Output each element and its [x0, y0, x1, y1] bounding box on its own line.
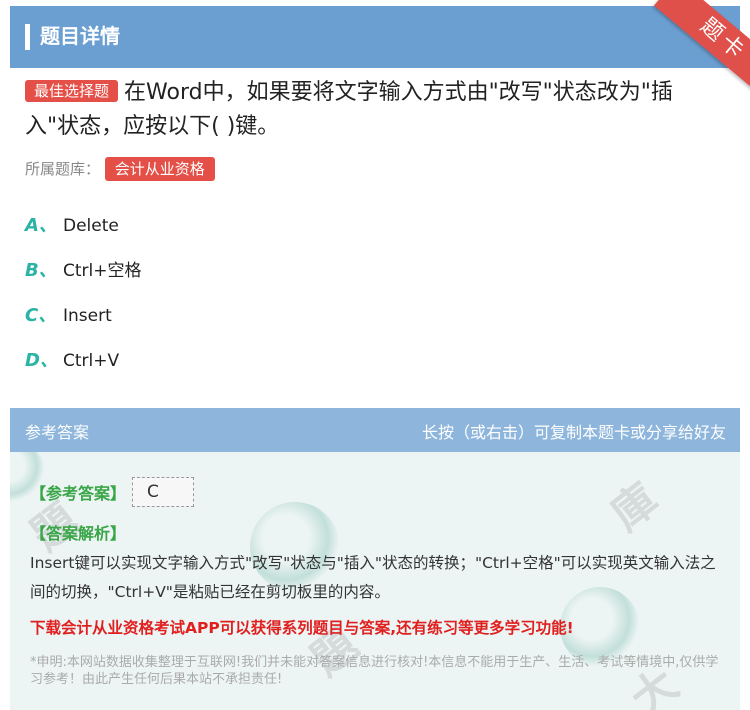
share-hint: 长按（或右击）可复制本题卡或分享给好友	[421, 423, 726, 442]
question: 最佳选择题 在Word中，如果要将文字输入方式由"改写"状态改为"插入"状态，应按…	[25, 76, 725, 144]
page-title: 题目详情	[40, 24, 120, 48]
explanation-text: Insert键可以实现文字输入方式"改写"状态与"插入"状态的转换；"Ctrl+…	[30, 554, 716, 601]
answer-value: C	[132, 477, 194, 507]
option-c[interactable]: C、 Insert	[25, 301, 112, 331]
option-d[interactable]: D、 Ctrl+V	[25, 346, 119, 376]
option-text: Ctrl+空格	[63, 261, 142, 281]
question-source: 所属题库： 会计从业资格	[25, 156, 215, 182]
source-tag[interactable]: 会计从业资格	[104, 157, 215, 181]
option-a[interactable]: A、 Delete	[25, 211, 119, 241]
question-type-badge: 最佳选择题	[25, 80, 119, 102]
header-accent-bar	[25, 24, 30, 50]
source-label: 所属题库：	[25, 160, 101, 178]
option-letter: C、	[25, 305, 57, 326]
disclaimer: *申明:本网站数据收集整理于互联网!我们并未能对答案信息进行核对!本信息不能用于…	[30, 655, 719, 687]
answer-label: 【参考答案】	[30, 484, 127, 503]
answer-panel: 題 題 庫 大 【参考答案】 C 【答案解析】 Insert键可以实现文字输入方…	[10, 452, 740, 710]
answer-header-title: 参考答案	[25, 423, 90, 442]
page-header: 题目详情	[10, 6, 740, 68]
watermark-glyph: 庫	[601, 473, 668, 542]
question-text: 在Word中，如果要将文字输入方式由"改写"状态改为"插入"状态，应按以下( )…	[25, 80, 673, 139]
option-letter: B、	[25, 260, 57, 281]
option-text: Delete	[63, 216, 119, 236]
explanation-label: 【答案解析】	[30, 524, 127, 543]
option-b[interactable]: B、 Ctrl+空格	[25, 256, 142, 286]
option-text: Insert	[63, 306, 112, 326]
option-letter: D、	[25, 350, 58, 371]
app-promo-link[interactable]: 下载会计从业资格考试APP可以获得系列题目与答案,还有练习等更多学习功能!	[30, 616, 574, 638]
answer-header: 参考答案 长按（或右击）可复制本题卡或分享给好友	[10, 408, 740, 452]
option-text: Ctrl+V	[63, 351, 120, 371]
option-letter: A、	[25, 215, 57, 236]
